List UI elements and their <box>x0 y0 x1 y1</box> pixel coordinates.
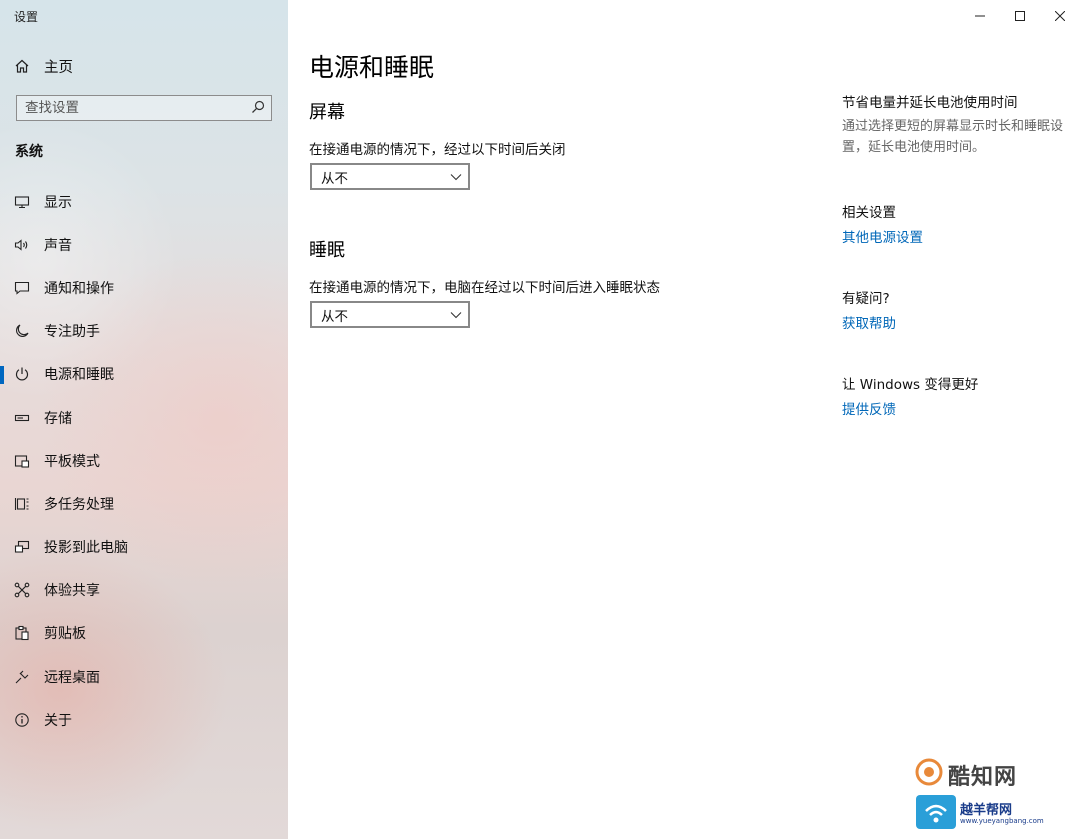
sidebar-item-notifications[interactable]: 通知和操作 <box>0 266 288 309</box>
multitask-icon <box>14 496 30 512</box>
close-icon <box>1054 6 1066 25</box>
sidebar-item-label: 声音 <box>44 237 72 254</box>
give-feedback-link[interactable]: 提供反馈 <box>842 398 896 418</box>
message-icon <box>14 280 30 296</box>
project-icon <box>14 539 30 555</box>
maximize-button[interactable] <box>1000 0 1040 30</box>
section-label-system: 系统 <box>15 144 43 160</box>
other-power-settings-link[interactable]: 其他电源设置 <box>842 226 923 246</box>
sidebar-item-storage[interactable]: 存储 <box>0 396 288 439</box>
nav-home[interactable]: 主页 <box>14 55 73 77</box>
sidebar-item-label: 剪贴板 <box>44 626 86 643</box>
sidebar-item-remote-desktop[interactable]: 远程桌面 <box>0 655 288 698</box>
question-heading: 有疑问? <box>842 291 890 307</box>
sleep-value: 从不 <box>321 308 348 325</box>
sidebar-item-multitasking[interactable]: 多任务处理 <box>0 482 288 525</box>
sidebar-item-focus-assist[interactable]: 专注助手 <box>0 310 288 353</box>
sidebar-item-label: 专注助手 <box>44 324 100 341</box>
power-icon <box>14 366 30 382</box>
window-title: 设置 <box>14 10 39 24</box>
watermark-text: 酷知网 <box>948 765 1018 790</box>
sidebar-item-tablet-mode[interactable]: 平板模式 <box>0 439 288 482</box>
maximize-icon <box>1015 6 1025 25</box>
chevron-down-icon <box>450 169 462 185</box>
sidebar-item-sound[interactable]: 声音 <box>0 223 288 266</box>
page-title: 电源和睡眠 <box>309 53 435 82</box>
sidebar-nav: 显示 声音 通知和操作 专注助手 电源和睡眠 存储 平板模式 多任务处理 投影到… <box>0 180 288 741</box>
sidebar-item-label: 通知和操作 <box>44 280 114 297</box>
main-content: 电源和睡眠 屏幕 在接通电源的情况下，经过以下时间后关闭 从不 睡眠 在接通电源… <box>288 0 1080 839</box>
speaker-icon <box>14 237 30 253</box>
moon-icon <box>14 323 30 339</box>
sleep-dropdown[interactable]: 从不 <box>310 301 470 328</box>
sidebar-item-label: 存储 <box>44 410 72 427</box>
sleep-description: 在接通电源的情况下，电脑在经过以下时间后进入睡眠状态 <box>309 280 660 296</box>
tip-heading: 节省电量并延长电池使用时间 <box>842 95 1018 111</box>
watermark-logo-icon <box>915 758 943 786</box>
search-icon[interactable] <box>251 99 265 118</box>
minimize-button[interactable] <box>960 0 1000 30</box>
nav-home-label: 主页 <box>44 59 73 76</box>
sidebar-item-label: 关于 <box>44 712 72 729</box>
sidebar-item-clipboard[interactable]: 剪贴板 <box>0 612 288 655</box>
home-icon <box>14 58 30 74</box>
title-bar-controls <box>960 0 1080 30</box>
related-settings-heading: 相关设置 <box>842 205 896 221</box>
close-button[interactable] <box>1040 0 1080 30</box>
sidebar-item-about[interactable]: 关于 <box>0 698 288 741</box>
info-icon <box>14 712 30 728</box>
sidebar-item-label: 显示 <box>44 194 72 211</box>
sidebar-item-project-to-pc[interactable]: 投影到此电脑 <box>0 526 288 569</box>
feedback-heading: 让 Windows 变得更好 <box>842 377 979 393</box>
sidebar: 设置 主页 系统 显示 声音 通知和操作 <box>0 0 288 839</box>
search-input[interactable] <box>25 100 225 116</box>
sidebar-item-label: 投影到此电脑 <box>44 540 128 557</box>
screen-off-dropdown[interactable]: 从不 <box>310 163 470 190</box>
sidebar-item-label: 电源和睡眠 <box>44 367 114 384</box>
chevron-down-icon <box>450 307 462 323</box>
storage-icon <box>14 410 30 426</box>
watermark-site-name: 越羊帮网 <box>960 803 1013 818</box>
sidebar-item-label: 多任务处理 <box>44 496 114 513</box>
share-icon <box>14 582 30 598</box>
screen-description: 在接通电源的情况下，经过以下时间后关闭 <box>309 142 566 158</box>
sidebar-item-display[interactable]: 显示 <box>0 180 288 223</box>
search-box[interactable] <box>16 95 272 121</box>
remote-icon <box>14 669 30 685</box>
watermark: 酷知网 越羊帮网 www.yueyangbang.com <box>912 753 1072 833</box>
sidebar-item-label: 体验共享 <box>44 583 100 600</box>
clipboard-icon <box>14 625 30 641</box>
monitor-icon <box>14 194 30 210</box>
screen-off-value: 从不 <box>321 170 348 187</box>
wifi-logo-icon <box>916 795 956 829</box>
sidebar-item-shared-experiences[interactable]: 体验共享 <box>0 569 288 612</box>
sidebar-item-label: 远程桌面 <box>44 669 100 686</box>
tablet-icon <box>14 453 30 469</box>
tip-text: 通过选择更短的屏幕显示时长和睡眠设置，延长电池使用时间。 <box>842 119 1064 155</box>
sleep-heading: 睡眠 <box>309 240 345 261</box>
sidebar-item-label: 平板模式 <box>44 453 100 470</box>
watermark-url: www.yueyangbang.com <box>960 817 1044 825</box>
minimize-icon <box>975 6 985 25</box>
get-help-link[interactable]: 获取帮助 <box>842 312 896 332</box>
sidebar-item-power-sleep[interactable]: 电源和睡眠 <box>0 353 288 396</box>
screen-heading: 屏幕 <box>309 102 345 123</box>
